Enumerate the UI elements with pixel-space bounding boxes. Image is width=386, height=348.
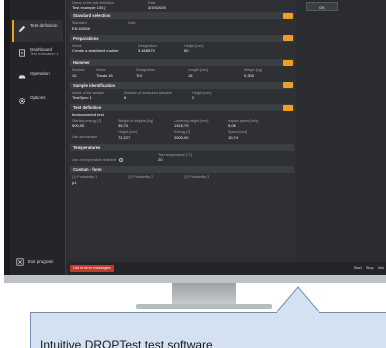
starting-energy-value[interactable]: 500,00 [72,123,112,128]
status-item-info[interactable]: Info [378,265,384,272]
prep-designation-value[interactable]: 3.465879 [138,48,178,53]
section-title: Sample identification [73,82,116,88]
app-screen: Test definition Dashboard Test evaluatio… [10,0,386,275]
sidebar-item-dashboard[interactable]: Dashboard Test evaluation 1 [12,44,63,66]
note-label: Note [128,21,136,26]
sample-name-value[interactable]: TestSpec 1 [72,95,118,100]
status-item-stop[interactable]: Stop [366,265,374,272]
test-temperature-value[interactable]: 20 [158,157,192,162]
speed-value[interactable]: 10,74 [228,135,247,140]
weight-of-weights-value[interactable]: 38,70 [118,123,168,128]
status-item-start[interactable]: Start [354,265,362,272]
status-right-group: Start Stop Info [354,265,384,272]
sample-count-value[interactable]: 8 [124,95,186,100]
section-title: Temperatures [73,144,101,150]
section-toggle[interactable] [283,82,293,89]
standard-select[interactable]: EN 60068 [72,26,122,31]
date-input[interactable]: 3/19/2020 [148,5,166,10]
probability-1-value[interactable]: p1 [72,180,122,185]
sidebar-item-options[interactable]: Options [12,92,63,114]
height-value[interactable]: 72,227 [118,135,168,140]
monitor-stand [172,283,236,305]
hammer-number-value[interactable]: 10 [72,73,90,78]
section-hammer[interactable]: Hammer [70,59,294,67]
callout-text: Intuitive DROPTest test software [40,338,213,348]
document-icon [19,49,25,57]
prep-height-value[interactable]: 50 [184,48,203,53]
prep-name-select[interactable]: Create a stabilised marker [72,48,132,53]
lowering-height-value[interactable]: 1315,79 [174,123,222,128]
monitor-frame: Test definition Dashboard Test evaluatio… [4,0,386,283]
section-custom-form[interactable]: Custom - form [70,166,294,174]
impact-speed-value[interactable]: 5,08 [228,123,258,128]
car-icon [18,75,26,80]
sidebar-item-test-definition[interactable]: Test definition [12,20,63,42]
use-accelerator-label: Use accelerator [72,135,98,140]
section-sample-identification[interactable]: Sample identification [70,81,294,89]
sidebar-item-operation[interactable]: Operation [12,68,63,90]
sample-height-value[interactable]: 2 [192,95,211,100]
pencil-icon [18,25,26,33]
gear-icon [18,97,26,105]
right-panel: OK [298,0,386,258]
ok-button[interactable]: OK [306,2,338,11]
section-preparations[interactable]: Preparations [70,34,294,42]
section-temperatures[interactable]: Temperatures [70,143,294,151]
section-standard-selection[interactable]: Standard selection [70,12,294,20]
temperature-chamber-label: Use a temperature chamber [72,158,152,162]
status-bar: List of error messages Start Stop Info [68,262,386,275]
monitor-stand-base [136,304,272,309]
section-title: Standard selection [73,13,111,19]
hammer-length-value[interactable]: 18 [188,73,238,78]
exit-program-label: Exit program [28,259,54,264]
test-definition-form: Name of the test definition Test example… [68,0,296,258]
sidebar-item-label: Operation [30,71,50,76]
error-messages-button[interactable]: List of error messages [70,265,114,272]
exit-icon [16,258,24,266]
energy-value[interactable]: 2000,00 [174,135,222,140]
sidebar: Test definition Dashboard Test evaluatio… [10,0,66,275]
probability-3-label: (3) Probability 3 [184,175,210,180]
sidebar-item-home[interactable] [12,2,63,18]
section-title: Preparations [73,35,99,41]
hammer-designation-value[interactable]: Tr4 [136,73,182,78]
section-title: Hammer [73,60,90,66]
sidebar-item-label: Options [30,95,46,100]
probability-2-label: (2) Probability 2 [128,175,154,180]
section-toggle[interactable] [283,35,293,42]
section-test-definition[interactable]: Test definition [70,104,294,112]
section-toggle[interactable] [283,59,293,66]
sidebar-item-sublabel: Test evaluation 1 [30,52,59,56]
section-toggle[interactable] [283,12,293,19]
sidebar-item-label: Test definition [30,23,58,28]
temperature-chamber-checkbox[interactable] [118,157,123,162]
hammer-weight-value[interactable]: 0,300 [244,73,262,78]
section-title: Custom - form [73,167,102,173]
temperature-chamber-text: Use a temperature chamber [72,157,117,162]
section-title: Test definition [73,105,102,111]
exit-program-button[interactable]: Exit program [12,255,64,269]
test-name-input[interactable]: Test example 100.j [72,5,142,10]
section-toggle[interactable] [283,104,293,111]
monitor-chin [4,275,386,283]
blank-icon [18,7,26,15]
hammer-name-value[interactable]: Thuds 16 [96,73,130,78]
